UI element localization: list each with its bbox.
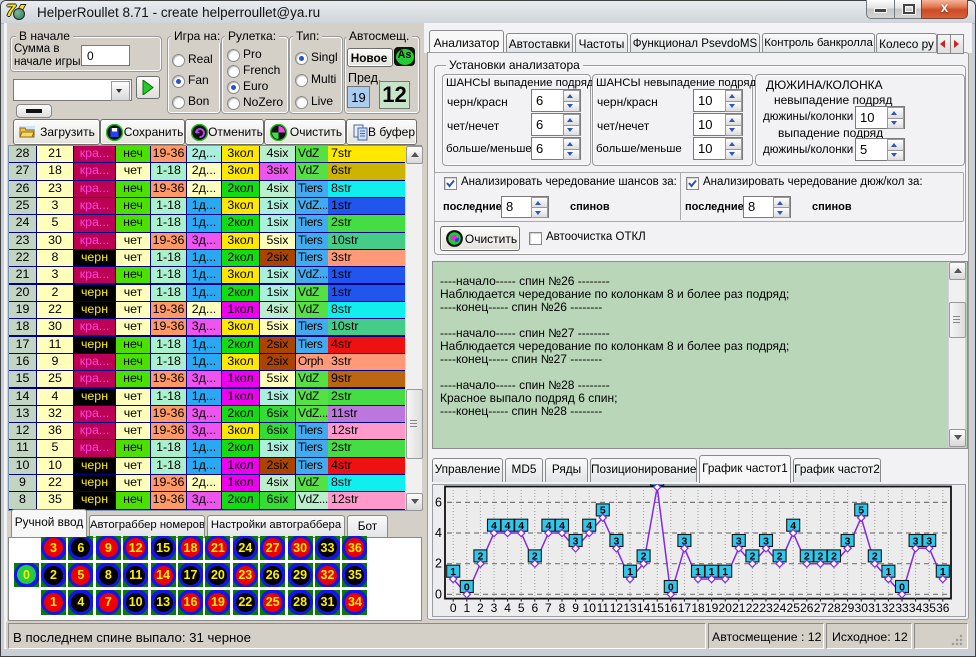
svg-text:23: 23: [759, 601, 773, 615]
svg-text:24: 24: [773, 601, 787, 615]
svg-text:2: 2: [435, 557, 442, 571]
svg-text:31: 31: [868, 601, 882, 615]
svg-text:4: 4: [504, 601, 511, 615]
svg-text:1: 1: [463, 601, 470, 615]
svg-text:13: 13: [623, 601, 637, 615]
svg-text:35: 35: [923, 601, 937, 615]
svg-text:7: 7: [545, 601, 552, 615]
svg-text:17: 17: [678, 601, 692, 615]
svg-text:0: 0: [450, 601, 457, 615]
svg-text:34: 34: [909, 601, 923, 615]
svg-text:3: 3: [491, 601, 498, 615]
svg-text:0: 0: [435, 587, 442, 601]
svg-text:11: 11: [597, 601, 610, 615]
svg-text:2: 2: [477, 601, 484, 615]
svg-text:8: 8: [559, 601, 566, 615]
svg-text:4: 4: [435, 526, 442, 540]
svg-text:5: 5: [518, 601, 525, 615]
svg-text:15: 15: [651, 601, 665, 615]
svg-text:30: 30: [855, 601, 869, 615]
svg-text:33: 33: [895, 601, 909, 615]
svg-text:22: 22: [746, 601, 760, 615]
svg-text:19: 19: [705, 601, 719, 615]
svg-text:18: 18: [691, 601, 705, 615]
svg-text:32: 32: [882, 601, 896, 615]
svg-text:21: 21: [732, 601, 746, 615]
svg-text:26: 26: [800, 601, 814, 615]
svg-text:6: 6: [435, 495, 442, 509]
svg-text:6: 6: [531, 601, 538, 615]
svg-text:14: 14: [637, 601, 651, 615]
svg-text:10: 10: [583, 601, 597, 615]
svg-text:12: 12: [610, 601, 624, 615]
svg-text:9: 9: [572, 601, 579, 615]
svg-text:27: 27: [814, 601, 828, 615]
svg-text:29: 29: [841, 601, 855, 615]
svg-text:16: 16: [664, 601, 678, 615]
svg-text:20: 20: [719, 601, 733, 615]
svg-text:36: 36: [936, 601, 950, 615]
svg-text:25: 25: [787, 601, 801, 615]
svg-text:28: 28: [827, 601, 841, 615]
